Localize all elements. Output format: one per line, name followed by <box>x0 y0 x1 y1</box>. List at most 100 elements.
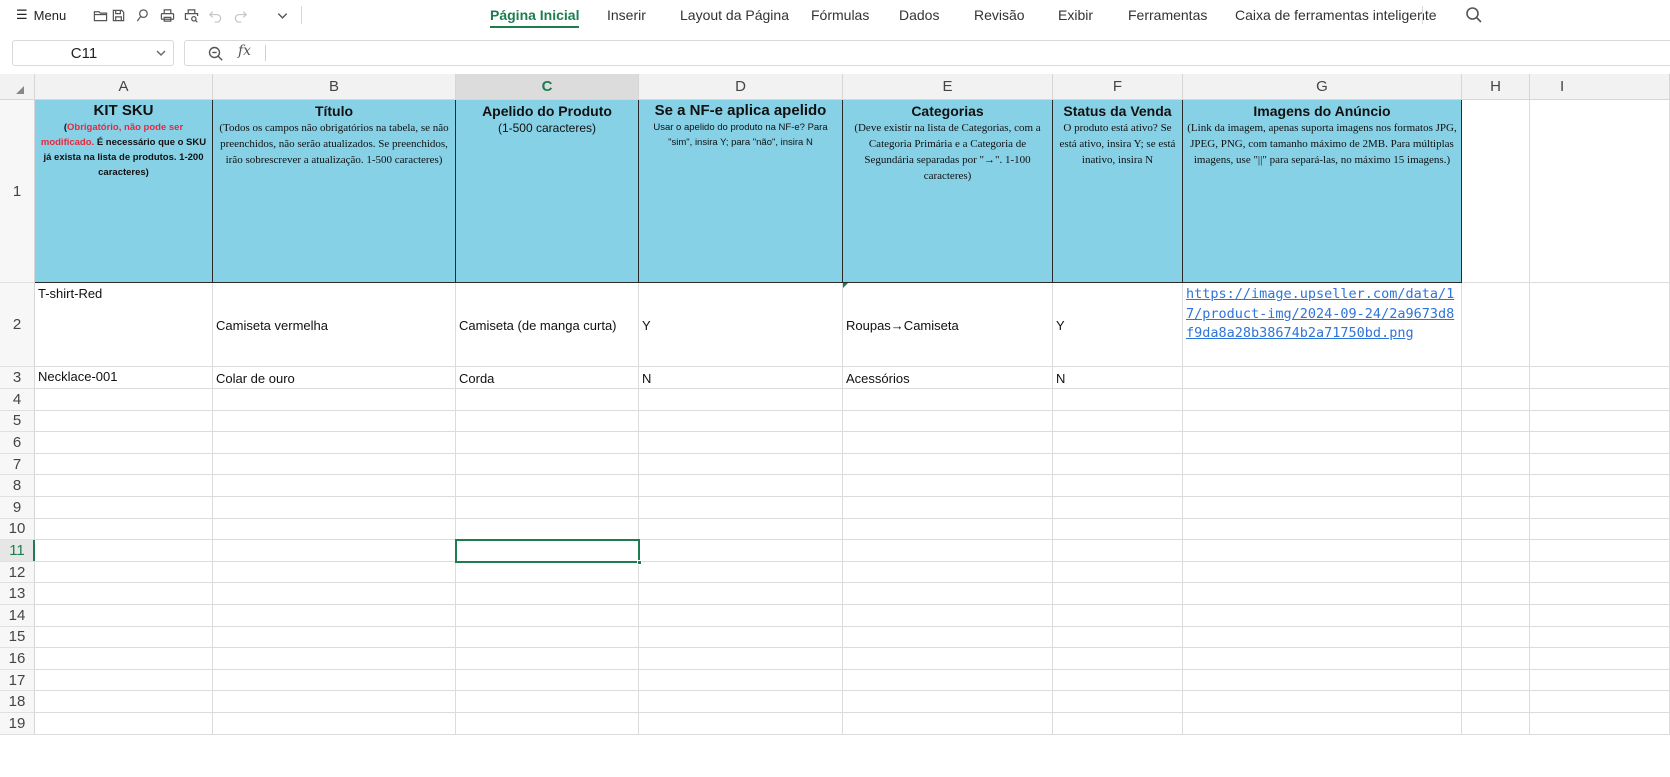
cell-i7[interactable] <box>1530 453 1670 476</box>
cell-a2[interactable]: T-shirt-Red <box>35 283 213 367</box>
cell-b7[interactable] <box>213 453 456 476</box>
cell-i8[interactable] <box>1530 475 1670 497</box>
cell-c8[interactable] <box>456 475 639 497</box>
cell-d12[interactable] <box>639 561 843 584</box>
cell-d7[interactable] <box>639 453 843 476</box>
cell-g15[interactable] <box>1183 626 1462 649</box>
tab-ferramentas[interactable]: Ferramentas <box>1128 7 1207 23</box>
cell-h13[interactable] <box>1462 583 1530 605</box>
cell-e16[interactable] <box>843 648 1053 670</box>
cell-a7[interactable] <box>35 453 213 476</box>
cell-e14[interactable] <box>843 605 1053 627</box>
row-header-15[interactable]: 15 <box>0 626 35 649</box>
cell-i4[interactable] <box>1530 389 1670 411</box>
cell-g12[interactable] <box>1183 561 1462 584</box>
tab-dados[interactable]: Dados <box>899 7 939 23</box>
cell-e15[interactable] <box>843 626 1053 649</box>
cell-b8[interactable] <box>213 475 456 497</box>
cell-b14[interactable] <box>213 605 456 627</box>
cell-a15[interactable] <box>35 626 213 649</box>
menu-button[interactable]: ☰ Menu <box>16 6 66 24</box>
column-header-e[interactable]: E <box>843 74 1053 100</box>
cell-g9[interactable] <box>1183 497 1462 519</box>
cell-e4[interactable] <box>843 389 1053 411</box>
cell-h1[interactable] <box>1462 100 1530 283</box>
cell-f18[interactable] <box>1053 691 1183 713</box>
cell-h12[interactable] <box>1462 561 1530 584</box>
function-icon[interactable]: fx <box>238 43 251 59</box>
cell-e6[interactable] <box>843 432 1053 454</box>
cell-f11[interactable] <box>1053 540 1183 562</box>
cell-b6[interactable] <box>213 432 456 454</box>
cell-a11[interactable] <box>35 540 213 562</box>
cell-f5[interactable] <box>1053 410 1183 433</box>
cell-i18[interactable] <box>1530 691 1670 713</box>
cell-e7[interactable] <box>843 453 1053 476</box>
cell-i1[interactable] <box>1530 100 1670 283</box>
cell-g6[interactable] <box>1183 432 1462 454</box>
cell-i11[interactable] <box>1530 540 1670 562</box>
cell-d6[interactable] <box>639 432 843 454</box>
cell-i14[interactable] <box>1530 605 1670 627</box>
paint-brush-icon[interactable] <box>133 6 151 24</box>
cell-f7[interactable] <box>1053 453 1183 476</box>
search-icon[interactable] <box>1464 5 1484 25</box>
cell-f16[interactable] <box>1053 648 1183 670</box>
cell-d14[interactable] <box>639 605 843 627</box>
row-header-16[interactable]: 16 <box>0 648 35 670</box>
cell-b18[interactable] <box>213 691 456 713</box>
cell-a12[interactable] <box>35 561 213 584</box>
row-header-8[interactable]: 8 <box>0 475 35 497</box>
cell-f8[interactable] <box>1053 475 1183 497</box>
row-header-11[interactable]: 11 <box>0 540 35 562</box>
row-header-5[interactable]: 5 <box>0 410 35 433</box>
cell-h18[interactable] <box>1462 691 1530 713</box>
row-header-6[interactable]: 6 <box>0 432 35 454</box>
cell-f12[interactable] <box>1053 561 1183 584</box>
row-header-2[interactable]: 2 <box>0 283 35 367</box>
cell-e19[interactable] <box>843 713 1053 735</box>
cell-d17[interactable] <box>639 669 843 692</box>
cell-b10[interactable] <box>213 518 456 541</box>
tab-inserir[interactable]: Inserir <box>607 7 646 23</box>
folder-open-icon[interactable] <box>91 6 109 24</box>
cell-i15[interactable] <box>1530 626 1670 649</box>
cell-i5[interactable] <box>1530 410 1670 433</box>
cell-d9[interactable] <box>639 497 843 519</box>
cell-g16[interactable] <box>1183 648 1462 670</box>
cell-f3[interactable]: N <box>1053 367 1183 389</box>
cell-f2[interactable]: Y <box>1053 283 1183 367</box>
column-header-g[interactable]: G <box>1183 74 1462 100</box>
cell-e5[interactable] <box>843 410 1053 433</box>
cell-h5[interactable] <box>1462 410 1530 433</box>
tab-formulas[interactable]: Fórmulas <box>811 7 869 23</box>
cell-f17[interactable] <box>1053 669 1183 692</box>
cell-e3[interactable]: Acessórios <box>843 367 1053 389</box>
save-icon[interactable] <box>109 6 127 24</box>
cell-h11[interactable] <box>1462 540 1530 562</box>
cell-d2[interactable]: Y <box>639 283 843 367</box>
cell-g10[interactable] <box>1183 518 1462 541</box>
column-header-i[interactable]: I <box>1530 74 1670 100</box>
cell-g18[interactable] <box>1183 691 1462 713</box>
cell-h19[interactable] <box>1462 713 1530 735</box>
cell-e2[interactable]: Roupas→Camiseta <box>843 283 1053 367</box>
cell-c12[interactable] <box>456 561 639 584</box>
formula-input[interactable] <box>271 43 1651 63</box>
cell-e10[interactable] <box>843 518 1053 541</box>
cell-h15[interactable] <box>1462 626 1530 649</box>
tab-caixa-de-ferramentas-inteligente[interactable]: Caixa de ferramentas inteligente <box>1235 7 1437 23</box>
cell-e18[interactable] <box>843 691 1053 713</box>
cell-b4[interactable] <box>213 389 456 411</box>
cell-b12[interactable] <box>213 561 456 584</box>
cell-f13[interactable] <box>1053 583 1183 605</box>
cell-a6[interactable] <box>35 432 213 454</box>
cell-i12[interactable] <box>1530 561 1670 584</box>
redo-icon[interactable] <box>231 6 249 24</box>
cell-e8[interactable] <box>843 475 1053 497</box>
image-link[interactable]: https://image.upseller.com/data/17/produ… <box>1186 285 1458 344</box>
cell-d10[interactable] <box>639 518 843 541</box>
cell-d13[interactable] <box>639 583 843 605</box>
cell-f19[interactable] <box>1053 713 1183 735</box>
tab-layout-da-pagina[interactable]: Layout da Página <box>680 7 789 23</box>
